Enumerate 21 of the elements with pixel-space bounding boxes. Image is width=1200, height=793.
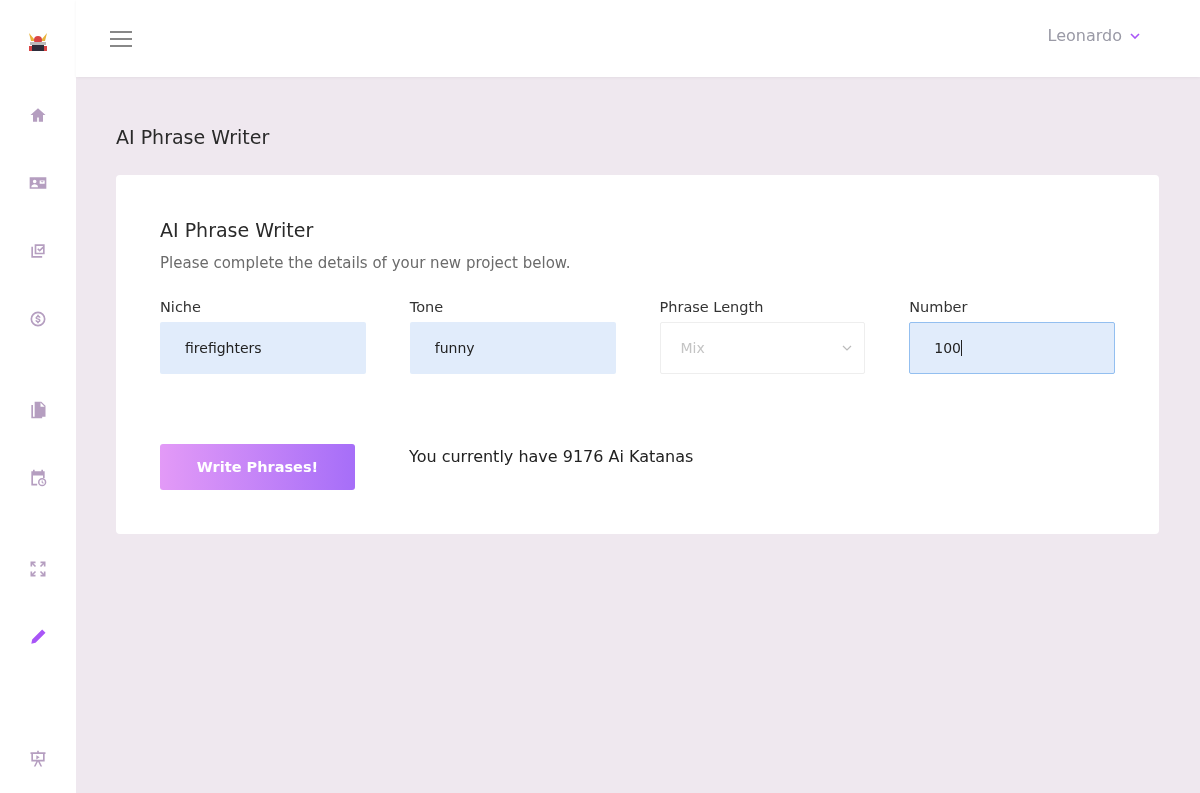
field-label: Tone xyxy=(409,299,445,315)
field-label: Phrase Length xyxy=(659,299,765,315)
field-label: Niche xyxy=(160,299,202,315)
expand-icon[interactable] xyxy=(28,559,48,579)
menu-icon[interactable] xyxy=(110,30,132,47)
chevron-down-icon xyxy=(1130,32,1140,39)
card-subtitle: Please complete the details of your new project below. xyxy=(160,254,572,272)
checklist-icon[interactable] xyxy=(28,241,48,261)
calendar-icon[interactable] xyxy=(28,468,48,488)
input-field[interactable]: firefighters xyxy=(160,322,366,374)
credits-text: You currently have 9176 Ai Katanas xyxy=(409,447,694,466)
input-field[interactable]: funny xyxy=(409,322,616,374)
input-field[interactable]: 100 xyxy=(909,322,1115,374)
page-title: AI Phrase Writer xyxy=(116,126,271,148)
document-icon[interactable] xyxy=(28,400,48,420)
card-title: AI Phrase Writer xyxy=(160,219,315,241)
chevron-down-icon xyxy=(842,345,853,351)
pen-icon[interactable] xyxy=(28,627,48,647)
field-label: Number xyxy=(909,299,969,315)
dollar-icon[interactable] xyxy=(28,309,48,329)
presentation-icon[interactable] xyxy=(28,749,48,769)
